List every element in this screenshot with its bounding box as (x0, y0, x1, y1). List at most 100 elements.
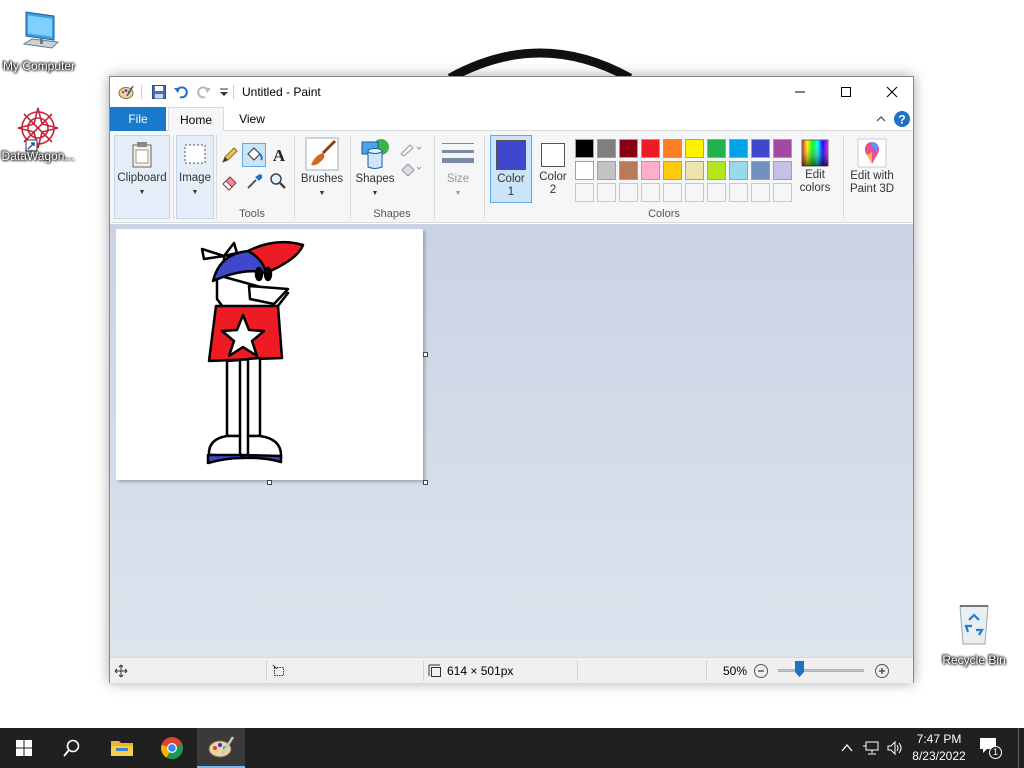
zoom-in-button[interactable] (874, 663, 890, 679)
volume-icon[interactable] (886, 740, 904, 756)
palette-color-swatch[interactable] (751, 139, 770, 158)
outline-icon[interactable] (398, 141, 424, 157)
fill-tool-button[interactable] (242, 143, 266, 167)
clock-time[interactable]: 7:47 PM (910, 732, 968, 746)
edit-colors-label: Edit (805, 169, 825, 181)
custom-color-slot[interactable] (685, 183, 704, 202)
palette-color-swatch[interactable] (641, 161, 660, 180)
size-button[interactable]: Size ▼ (438, 135, 478, 205)
file-explorer-taskbar-button[interactable] (98, 728, 146, 768)
palette-color-swatch[interactable] (575, 139, 594, 158)
palette-color-swatch[interactable] (575, 161, 594, 180)
palette-color-swatch[interactable] (707, 139, 726, 158)
tab-view[interactable]: View (226, 107, 278, 131)
cursor-position-icon (114, 664, 128, 678)
recycle-bin-desktop-icon[interactable]: Recycle Bin (936, 600, 1012, 667)
custom-color-slot[interactable] (773, 183, 792, 202)
clipboard-label: Clipboard (117, 172, 167, 184)
paint-taskbar-button[interactable] (197, 728, 245, 768)
zoom-out-button[interactable] (753, 663, 769, 679)
title-bar: Untitled - Paint (110, 77, 913, 107)
custom-color-slot[interactable] (751, 183, 770, 202)
network-icon[interactable] (862, 740, 880, 756)
palette-color-swatch[interactable] (663, 161, 682, 180)
chevron-down-icon: ▼ (318, 190, 326, 197)
my-computer-desktop-icon[interactable]: My Computer (1, 8, 77, 73)
undo-icon[interactable] (173, 84, 189, 100)
custom-color-slot[interactable] (663, 183, 682, 202)
palette-color-swatch[interactable] (663, 139, 682, 158)
custom-color-slot[interactable] (707, 183, 726, 202)
eraser-icon[interactable] (220, 171, 240, 191)
redo-icon[interactable] (196, 84, 212, 100)
palette-color-swatch[interactable] (619, 139, 638, 158)
custom-color-slot[interactable] (641, 183, 660, 202)
text-tool-icon[interactable]: A (270, 145, 288, 165)
palette-color-swatch[interactable] (751, 161, 770, 180)
minimize-button[interactable] (777, 77, 823, 107)
maximize-button[interactable] (823, 77, 869, 107)
color-2-button[interactable]: Color 2 (534, 135, 572, 203)
magnifier-icon[interactable] (268, 171, 288, 191)
close-button[interactable] (869, 77, 915, 107)
palette-color-swatch[interactable] (685, 161, 704, 180)
desktop-icon-label: Recycle Bin (942, 653, 1006, 667)
custom-color-slot[interactable] (729, 183, 748, 202)
image-button[interactable]: Image ▼ (176, 135, 214, 219)
color-1-button[interactable]: Color 1 (490, 135, 532, 203)
zoom-slider-thumb[interactable] (795, 661, 804, 677)
datawagon-shortcut-icon (17, 107, 59, 152)
drawing-canvas[interactable] (116, 229, 423, 480)
palette-color-swatch[interactable] (773, 139, 792, 158)
resize-handle-bottom[interactable] (267, 480, 272, 485)
palette-color-swatch[interactable] (729, 139, 748, 158)
resize-handle-right[interactable] (423, 352, 428, 357)
search-button[interactable] (48, 728, 96, 768)
brushes-button[interactable]: Brushes ▼ (298, 135, 346, 205)
windows-logo-icon (16, 740, 32, 756)
tab-file[interactable]: File (110, 107, 166, 131)
action-center-button[interactable]: 1 (978, 736, 1006, 762)
recycle-bin-icon (959, 605, 989, 645)
palette-color-swatch[interactable] (685, 139, 704, 158)
chevron-up-icon[interactable] (840, 742, 854, 754)
minimize-icon (795, 91, 805, 93)
palette-color-swatch[interactable] (641, 139, 660, 158)
customize-quick-access-icon[interactable] (216, 84, 232, 100)
save-icon[interactable] (151, 84, 167, 100)
palette-color-swatch[interactable] (707, 161, 726, 180)
paint-3d-label-2: Paint 3D (849, 183, 895, 195)
edit-colors-button[interactable]: Edit colors (796, 135, 834, 203)
clock-date[interactable]: 8/23/2022 (910, 749, 968, 763)
start-button[interactable] (0, 728, 48, 768)
resize-handle-corner[interactable] (423, 480, 428, 485)
desktop-icon-label: My Computer (2, 59, 76, 73)
collapse-ribbon-icon[interactable] (875, 113, 887, 125)
custom-color-slot[interactable] (597, 183, 616, 202)
palette-color-swatch[interactable] (619, 161, 638, 180)
palette-color-swatch[interactable] (597, 139, 616, 158)
color-picker-icon[interactable] (245, 171, 265, 191)
shapes-button[interactable]: Shapes ▼ (354, 135, 396, 205)
status-divider (266, 661, 267, 681)
chrome-taskbar-button[interactable] (148, 728, 196, 768)
clipboard-button[interactable]: Clipboard ▼ (114, 135, 170, 219)
group-divider (843, 135, 844, 219)
tools-group-label: Tools (239, 208, 265, 220)
zoom-slider-track[interactable] (778, 669, 864, 672)
paint-app-icon[interactable] (118, 84, 134, 100)
datawagon-desktop-icon[interactable]: DataWagon... (0, 104, 76, 163)
palette-color-swatch[interactable] (773, 161, 792, 180)
help-icon[interactable]: ? (893, 110, 911, 128)
palette-color-swatch[interactable] (597, 161, 616, 180)
edit-with-paint-3d-button[interactable]: Edit with Paint 3D (846, 135, 898, 203)
palette-color-swatch[interactable] (729, 161, 748, 180)
tab-home[interactable]: Home (168, 107, 224, 132)
show-desktop-divider[interactable] (1018, 728, 1019, 768)
fill-icon[interactable] (398, 161, 424, 177)
custom-color-slot[interactable] (575, 183, 594, 202)
computer-icon (22, 11, 60, 49)
chevron-down-icon: ▼ (454, 190, 462, 197)
pencil-icon[interactable] (220, 145, 240, 165)
custom-color-slot[interactable] (619, 183, 638, 202)
